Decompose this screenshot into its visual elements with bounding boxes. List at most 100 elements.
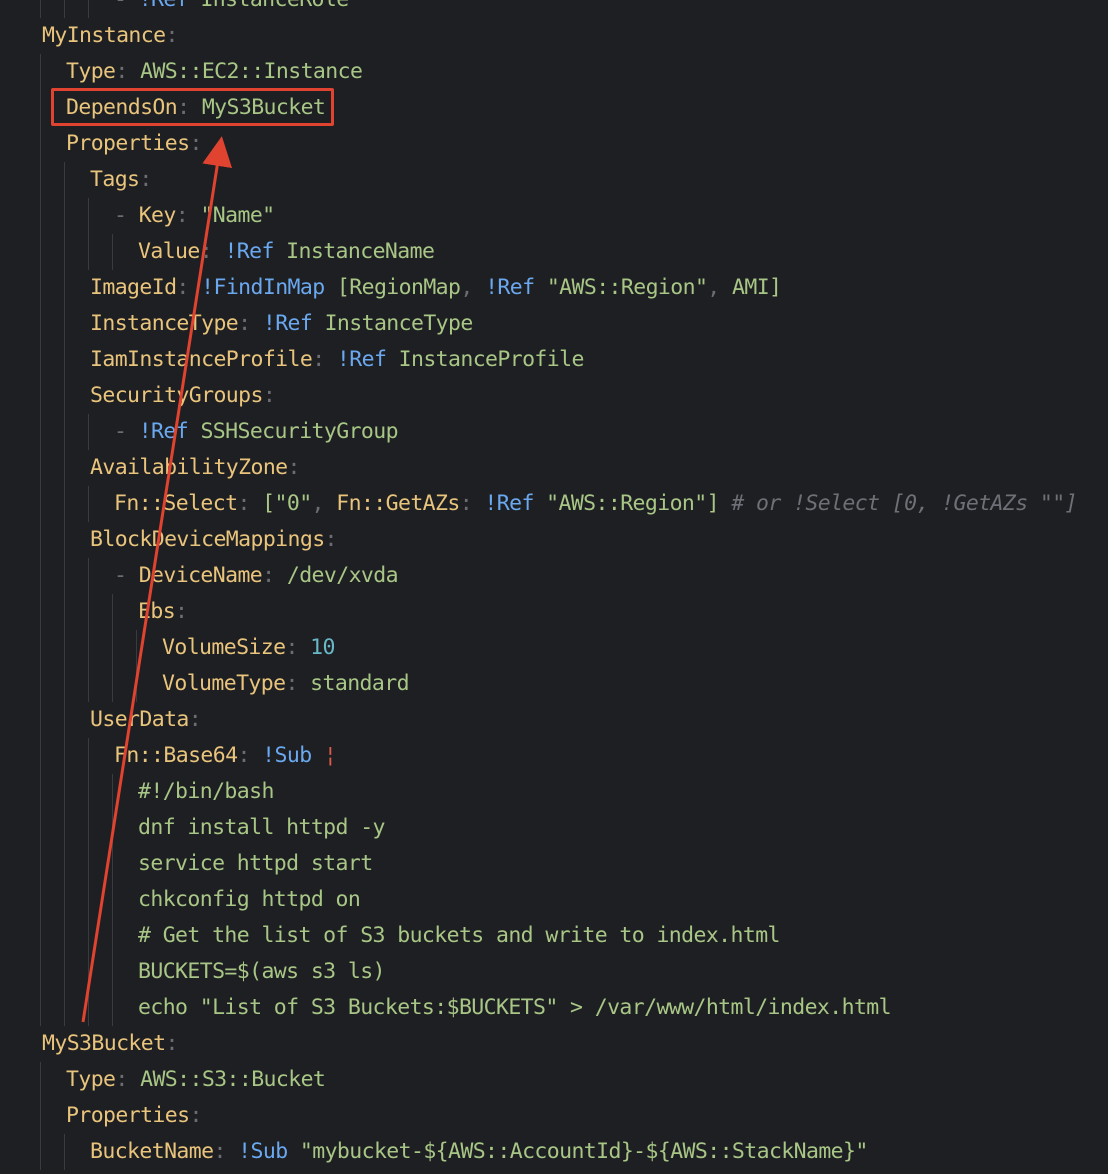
indent-guide (64, 990, 65, 1026)
indent-guide (136, 666, 137, 702)
code-token: !Ref (485, 275, 547, 300)
code-line[interactable]: # Get the list of S3 buckets and write t… (138, 918, 781, 954)
code-line[interactable]: MyInstance: (42, 18, 178, 54)
code-token: Value (138, 239, 200, 264)
indent-guide (64, 162, 65, 198)
code-line[interactable]: - !Ref SSHSecurityGroup (114, 414, 399, 450)
code-token: VolumeSize (162, 635, 286, 660)
code-line[interactable]: IamInstanceProfile: !Ref InstanceProfile (90, 342, 584, 378)
code-token: InstanceType (90, 311, 239, 336)
code-line[interactable]: BlockDeviceMappings: (90, 522, 338, 558)
code-line[interactable]: Type: AWS::S3::Bucket (66, 1062, 326, 1098)
code-token: Key (138, 203, 177, 228)
code-line[interactable]: Value: !Ref InstanceName (138, 234, 435, 270)
code-line[interactable]: dnf install httpd -y (138, 810, 385, 846)
code-token: : (312, 347, 337, 372)
code-token: - (114, 419, 139, 444)
code-line[interactable]: chkconfig httpd on (138, 882, 361, 918)
indent-guide (64, 198, 65, 234)
indent-guide (88, 234, 89, 270)
code-token: !Sub (238, 1139, 300, 1164)
indent-guide (88, 954, 89, 990)
code-token: BlockDeviceMappings (90, 527, 325, 552)
indent-guide (64, 774, 65, 810)
code-token: , (460, 275, 486, 300)
indent-guide (40, 954, 41, 990)
indent-guide (64, 450, 65, 486)
code-token: DeviceName (138, 563, 263, 588)
code-token: !Ref (262, 311, 325, 336)
code-token: Properties (66, 1103, 190, 1128)
indent-guide (88, 846, 89, 882)
code-line[interactable]: ImageId: !FindInMap [RegionMap, !Ref "AW… (90, 270, 782, 306)
indent-guide (40, 54, 41, 90)
code-line[interactable]: VolumeSize: 10 (162, 630, 335, 666)
code-token: Ebs (138, 599, 176, 624)
code-token: : (175, 599, 188, 624)
code-token: : (189, 1103, 202, 1128)
code-token: !Ref (224, 239, 287, 264)
indent-guide (64, 918, 65, 954)
code-line[interactable]: SecurityGroups: (90, 378, 276, 414)
code-token: InstanceType (324, 311, 474, 336)
code-editor[interactable]: - !Ref InstanceRoleMyInstance:Type: AWS:… (0, 0, 1108, 1174)
code-line[interactable]: Tags: (90, 162, 152, 198)
code-token: Fn::Select (114, 491, 238, 516)
code-token: : (324, 527, 338, 552)
code-line[interactable]: Fn::Base64: !Sub ¦ (114, 738, 337, 774)
code-token: MyInstance (42, 23, 166, 48)
indent-guide (112, 882, 113, 918)
indent-guide (136, 630, 137, 666)
code-token: !FindInMap (201, 275, 337, 300)
code-token: - (114, 0, 139, 12)
code-token: SecurityGroups (90, 383, 263, 408)
indent-guide (64, 234, 65, 270)
code-line[interactable]: - DeviceName: /dev/xvda (114, 558, 399, 594)
code-token: /dev/xvda (286, 563, 399, 588)
code-token: - (114, 563, 139, 588)
indent-guide (88, 0, 89, 18)
code-line[interactable]: BucketName: !Sub "mybucket-${AWS::Accoun… (90, 1134, 868, 1170)
code-token: ¦ (323, 743, 337, 768)
code-token: ImageId (90, 275, 177, 300)
code-line[interactable]: - Key: "Name" (114, 198, 275, 234)
code-token: !Ref (138, 419, 201, 444)
dependson-highlight-box (51, 88, 334, 126)
indent-guide (112, 954, 113, 990)
code-line[interactable]: InstanceType: !Ref InstanceType (90, 306, 473, 342)
indent-guide (40, 882, 41, 918)
code-line[interactable]: UserData: (90, 702, 202, 738)
code-line[interactable]: Ebs: (138, 594, 188, 630)
code-token: : (459, 491, 485, 516)
code-line[interactable]: BUCKETS=$(aws s3 ls) (138, 954, 385, 990)
code-line[interactable]: Type: AWS::EC2::Instance (66, 54, 363, 90)
indent-guide (40, 810, 41, 846)
code-line[interactable]: Properties: (66, 1098, 202, 1134)
code-line[interactable]: AvailabilityZone: (90, 450, 300, 486)
code-line[interactable]: MyS3Bucket: (42, 1026, 178, 1062)
indent-guide (88, 198, 89, 234)
code-token: 10 (310, 635, 335, 660)
indent-guide (64, 738, 65, 774)
indent-guide (40, 1062, 41, 1098)
code-token: !Ref (336, 347, 399, 372)
code-token: Type (66, 1067, 116, 1092)
code-line[interactable]: VolumeType: standard (162, 666, 410, 702)
indent-guide (40, 90, 41, 126)
indent-guide (64, 630, 65, 666)
code-token: : (287, 455, 301, 480)
indent-guide (88, 594, 89, 630)
indent-guide (64, 270, 65, 306)
code-line[interactable]: service httpd start (138, 846, 373, 882)
code-token: : (238, 311, 263, 336)
code-line[interactable]: Properties: (66, 126, 202, 162)
code-token: # or !Select [0, !GetAZs ""] (718, 491, 1077, 516)
indent-guide (112, 630, 113, 666)
code-line[interactable]: echo "List of S3 Buckets:$BUCKETS" > /va… (138, 990, 892, 1026)
code-token: !Ref (484, 491, 547, 516)
code-line[interactable]: Fn::Select: ["0", Fn::GetAZs: !Ref "AWS:… (114, 486, 1078, 522)
code-line[interactable]: - !Ref InstanceRole (114, 0, 349, 18)
code-token: Fn::GetAZs (336, 491, 460, 516)
indent-guide (88, 558, 89, 594)
code-line[interactable]: #!/bin/bash (138, 774, 274, 810)
